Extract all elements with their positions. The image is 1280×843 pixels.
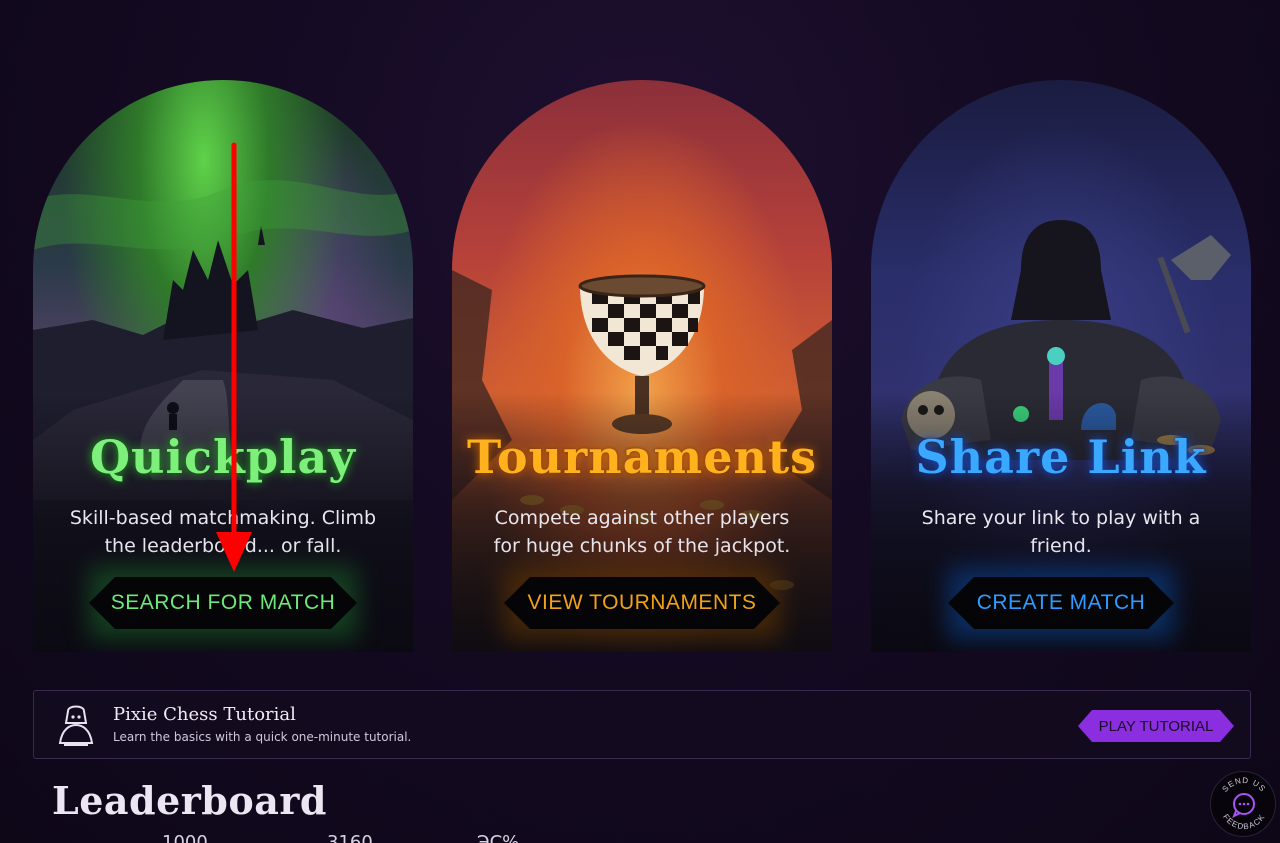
leaderboard-stat: 3160	[327, 832, 373, 843]
view-tournaments-button[interactable]: VIEW TOURNAMENTS	[504, 577, 780, 629]
tutorial-subtitle: Learn the basics with a quick one-minute…	[113, 730, 412, 744]
quickplay-description: Skill-based matchmaking. Climb the leade…	[69, 507, 377, 557]
share-link-description: Share your link to play with a friend.	[921, 507, 1201, 557]
leaderboard-stat: 1000	[162, 832, 208, 843]
leaderboard-title: Leaderboard	[52, 778, 327, 823]
svg-text:SEND US: SEND US	[1220, 776, 1267, 794]
tutorial-title: Pixie Chess Tutorial	[113, 704, 296, 725]
create-match-button[interactable]: CREATE MATCH	[948, 577, 1174, 629]
send-feedback-button[interactable]: SEND US FEEDBACK	[1210, 771, 1276, 837]
play-tutorial-button[interactable]: PLAY TUTORIAL	[1078, 710, 1234, 742]
quickplay-title: Quickplay	[89, 430, 357, 484]
search-for-match-button[interactable]: SEARCH FOR MATCH	[89, 577, 357, 629]
tournaments-card[interactable]: Tournaments Compete against other player…	[452, 80, 832, 652]
tutorial-banner: Pixie Chess Tutorial Learn the basics wi…	[33, 690, 1251, 759]
leaderboard-stat: ЭС%	[477, 832, 520, 843]
share-link-title: Share Link	[915, 430, 1207, 484]
pixie-icon	[58, 705, 94, 746]
share-link-card[interactable]: Share Link Share your link to play with …	[871, 80, 1251, 652]
tournaments-description: Compete against other players for huge c…	[493, 507, 791, 557]
quickplay-card[interactable]: Quickplay Skill-based matchmaking. Climb…	[33, 80, 413, 652]
tournaments-title: Tournaments	[466, 430, 818, 484]
feedback-badge: SEND US FEEDBACK	[1220, 776, 1267, 831]
mode-cards: Quickplay Skill-based matchmaking. Climb…	[33, 80, 1253, 652]
chat-bubble-icon	[1232, 793, 1255, 819]
svg-text:FEEDBACK: FEEDBACK	[1221, 812, 1267, 831]
